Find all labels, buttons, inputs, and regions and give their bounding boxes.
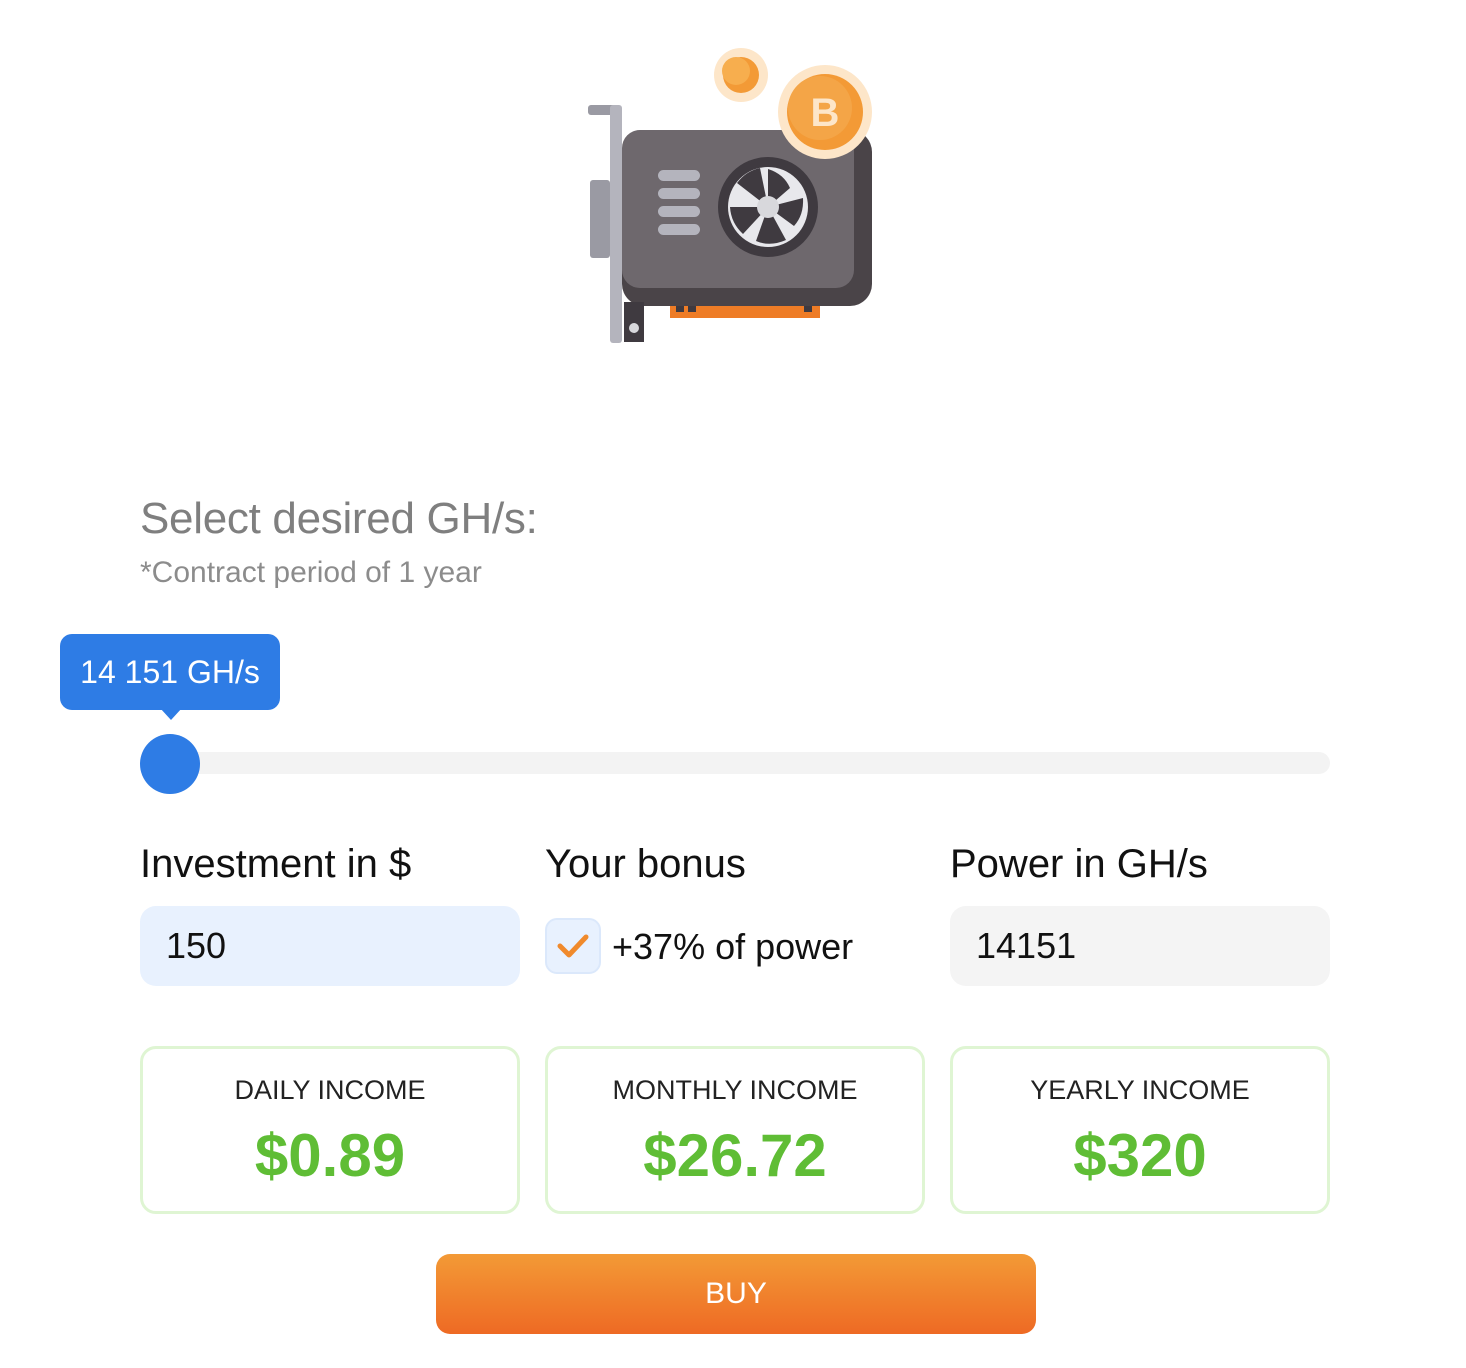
slider-value-tooltip: 14 151 GH/s [60, 634, 280, 710]
monthly-income-card: MONTHLY INCOME $26.72 [545, 1046, 925, 1214]
contract-period-note: *Contract period of 1 year [140, 556, 482, 589]
daily-income-value: $0.89 [254, 1122, 406, 1189]
bonus-label: Your bonus [545, 842, 746, 886]
daily-income-card: DAILY INCOME $0.89 [140, 1046, 520, 1214]
bonus-checkbox[interactable] [545, 918, 601, 974]
page-title: Select desired GH/s: [140, 494, 538, 543]
coin-symbol: B [811, 91, 840, 135]
ghs-slider-track[interactable] [170, 752, 1330, 774]
investment-input[interactable] [140, 906, 520, 986]
monthly-income-value: $26.72 [643, 1122, 827, 1189]
buy-button[interactable]: BUY [436, 1254, 1036, 1334]
investment-label: Investment in $ [140, 842, 412, 886]
bitcoin-coin-icon: B [778, 65, 872, 159]
yearly-income-label: YEARLY INCOME [1030, 1075, 1250, 1105]
power-label: Power in GH/s [950, 842, 1208, 886]
gpu-mining-illustration-icon: B [588, 48, 872, 343]
small-coin-icon [714, 48, 768, 102]
yearly-income-card: YEARLY INCOME $320 [950, 1046, 1330, 1214]
ghs-slider-handle[interactable] [140, 734, 200, 794]
monthly-income-label: MONTHLY INCOME [612, 1075, 858, 1105]
yearly-income-value: $320 [1073, 1122, 1207, 1189]
tooltip-pointer [160, 708, 182, 720]
bonus-description: +37% of power [612, 926, 854, 967]
power-input[interactable] [950, 906, 1330, 986]
fan-icon [718, 157, 818, 257]
daily-income-label: DAILY INCOME [234, 1075, 426, 1105]
checkmark-icon [557, 934, 589, 958]
